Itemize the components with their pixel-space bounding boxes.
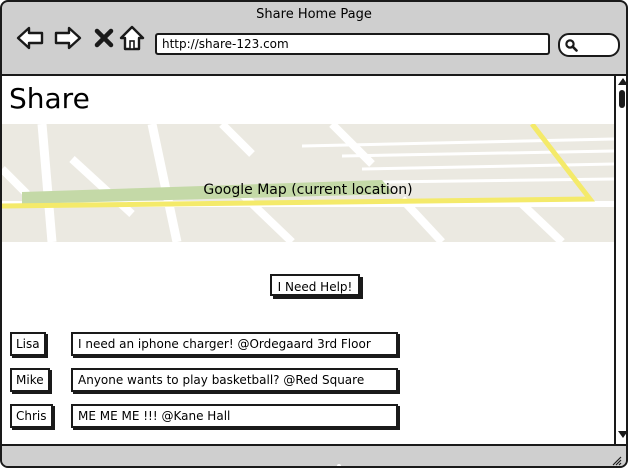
search-field[interactable]	[558, 33, 620, 57]
back-arrow-icon[interactable]	[16, 24, 44, 52]
map-label: Google Map (current location)	[203, 182, 413, 198]
window-title: Share Home Page	[256, 7, 372, 22]
page-title: Share	[9, 82, 90, 115]
close-icon[interactable]	[90, 24, 118, 52]
browser-window: Share Home Page http://share-123.com Sha…	[0, 0, 628, 468]
scroll-up-icon[interactable]	[618, 78, 626, 85]
feed-user-name: Lisa	[10, 332, 46, 356]
feed-message[interactable]: Anyone wants to play basketball? @Red Sq…	[71, 368, 398, 392]
feed-user-name: Mike	[10, 368, 50, 392]
resize-grip-icon[interactable]	[612, 456, 622, 466]
need-help-button[interactable]: I Need Help!	[270, 274, 360, 296]
vertical-scrollbar[interactable]	[614, 74, 626, 446]
scroll-down-icon[interactable]	[618, 431, 626, 438]
home-icon[interactable]	[118, 24, 146, 52]
map-placeholder[interactable]: Google Map (current location)	[2, 124, 614, 242]
search-icon	[565, 39, 578, 52]
scrollbar-thumb[interactable]	[619, 90, 625, 108]
status-bar	[2, 444, 626, 466]
feed-message[interactable]: ME ME ME !!! @Kane Hall	[71, 404, 398, 428]
feed-item: Lisa I need an iphone charger! @Ordegaar…	[2, 332, 614, 356]
feed-user-name: Chris	[10, 404, 53, 428]
forward-arrow-icon[interactable]	[54, 24, 82, 52]
status-indicator	[337, 464, 341, 466]
page-content: Share Google Map (current location) I Ne…	[2, 74, 614, 444]
feed-message[interactable]: I need an iphone charger! @Ordegaard 3rd…	[71, 332, 398, 356]
feed-item: Chris ME ME ME !!! @Kane Hall	[2, 404, 614, 428]
address-bar[interactable]: http://share-123.com	[155, 33, 550, 55]
feed-item: Mike Anyone wants to play basketball? @R…	[2, 368, 614, 392]
